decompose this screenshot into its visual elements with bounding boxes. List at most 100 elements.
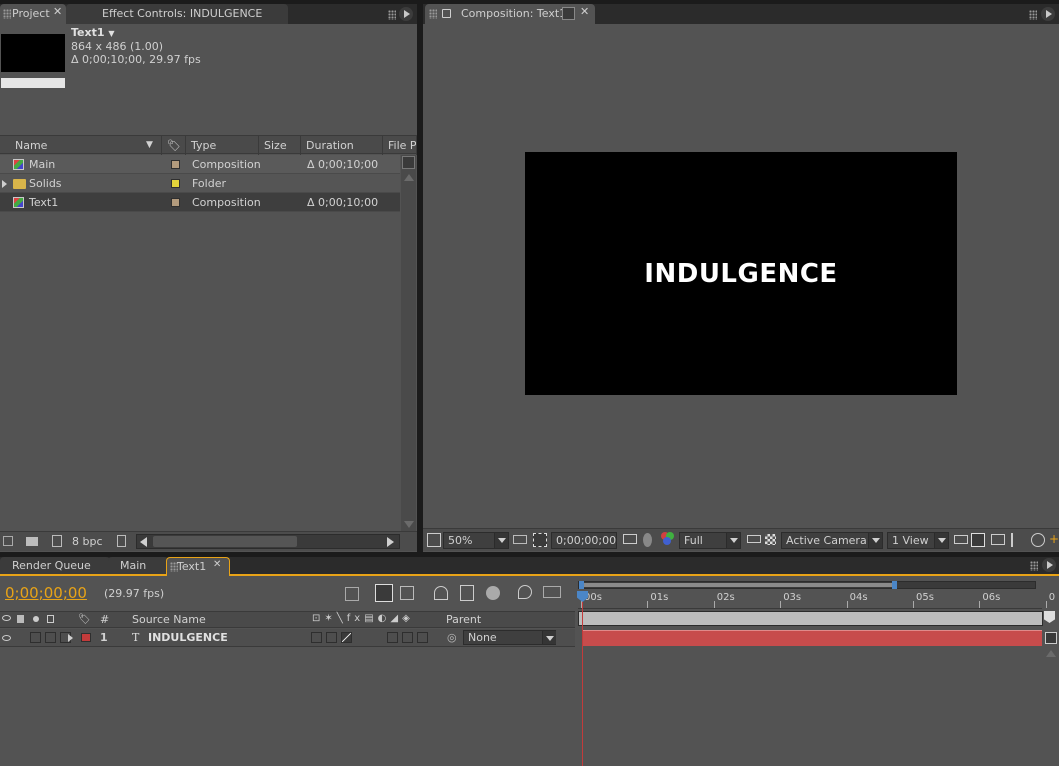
- bpc-label[interactable]: 8 bpc: [72, 535, 103, 548]
- chevron-down-icon[interactable]: ▼: [146, 136, 153, 155]
- composition-frame[interactable]: INDULGENCE: [525, 152, 957, 395]
- toggle-pixel-aspect-icon[interactable]: [954, 535, 968, 544]
- column-duration[interactable]: Duration: [301, 136, 383, 155]
- effect-controls-tab[interactable]: Effect Controls: INDULGENCE: [66, 4, 288, 24]
- navigator-handle-left[interactable]: [579, 581, 584, 589]
- scroll-corner-icon[interactable]: [402, 156, 415, 169]
- label-swatch[interactable]: [171, 198, 180, 207]
- tab-main[interactable]: Main: [112, 556, 146, 576]
- audio-icon[interactable]: [17, 615, 24, 623]
- tab-effect-controls[interactable]: Effect Controls: INDULGENCE: [94, 4, 262, 24]
- graph-editor-icon[interactable]: [543, 586, 561, 598]
- panel-menu-icon[interactable]: [399, 7, 413, 21]
- render-icon[interactable]: [971, 533, 985, 547]
- scroll-left-icon[interactable]: [140, 537, 147, 547]
- column-size[interactable]: Size: [259, 136, 301, 155]
- label-swatch[interactable]: [171, 179, 180, 188]
- comp-button-icon[interactable]: [1045, 632, 1057, 644]
- panel-grip-icon[interactable]: [1029, 10, 1037, 20]
- close-icon[interactable]: ✕: [213, 559, 221, 570]
- camera-select[interactable]: Active Camera: [781, 532, 883, 549]
- tab-text1[interactable]: Text1: [169, 557, 206, 577]
- tab-render-queue[interactable]: Render Queue: [4, 556, 91, 576]
- comp-mini-flowchart-icon[interactable]: [345, 587, 359, 601]
- render-queue-tab[interactable]: Render Queue: [0, 557, 110, 574]
- column-type[interactable]: Type: [186, 136, 259, 155]
- motion-blur-switch[interactable]: [417, 632, 428, 643]
- main-tab[interactable]: Main: [108, 557, 168, 574]
- quality-switch[interactable]: [341, 632, 352, 643]
- eye-icon[interactable]: [2, 635, 11, 641]
- new-folder-icon[interactable]: [26, 537, 38, 546]
- layer-label-swatch[interactable]: [81, 633, 91, 642]
- timeline-track-area[interactable]: [578, 647, 1043, 766]
- zoom-select[interactable]: 50%: [443, 532, 509, 549]
- project-vertical-scrollbar[interactable]: [401, 155, 416, 535]
- work-area-bar[interactable]: [578, 611, 1043, 626]
- text1-tab-active[interactable]: Text1 ✕: [166, 557, 230, 576]
- panel-menu-icon[interactable]: [1042, 558, 1056, 572]
- current-time-indicator[interactable]: [582, 591, 583, 766]
- column-file-path[interactable]: File Pa: [383, 136, 417, 155]
- expand-triangle-icon[interactable]: [68, 634, 73, 642]
- composition-dropdown-icon[interactable]: [562, 7, 575, 20]
- scroll-up-icon[interactable]: [404, 174, 414, 181]
- time-ruler[interactable]: 00s 01s 02s 03s 04s 05s 06s 0: [578, 591, 1055, 609]
- column-number[interactable]: #: [100, 613, 109, 626]
- frame-blending-icon[interactable]: [460, 585, 474, 601]
- zoom-in-icon[interactable]: [1046, 650, 1056, 657]
- exposure-icon[interactable]: [1031, 533, 1045, 547]
- layer-name[interactable]: INDULGENCE: [148, 629, 228, 647]
- panel-grip-icon[interactable]: [1030, 561, 1038, 571]
- project-row[interactable]: Main Composition Δ 0;00;10;00: [0, 155, 400, 174]
- shy-switch[interactable]: [311, 632, 322, 643]
- draft-3d-icon[interactable]: [400, 586, 414, 600]
- layer-row[interactable]: 1 T INDULGENCE ◎ None: [0, 629, 575, 647]
- frame-blend-switch[interactable]: [402, 632, 413, 643]
- view-layout-select[interactable]: 1 View: [887, 532, 949, 549]
- region-of-interest-icon[interactable]: [533, 533, 547, 547]
- label-swatch[interactable]: [171, 160, 180, 169]
- solo-switch[interactable]: [45, 632, 56, 643]
- channel-icon[interactable]: [661, 532, 675, 546]
- chevron-down-icon[interactable]: ▼: [108, 29, 114, 38]
- new-composition-icon[interactable]: [52, 535, 62, 547]
- lock-icon[interactable]: [47, 615, 54, 623]
- project-row[interactable]: Solids Folder: [0, 174, 400, 193]
- safe-margins-icon[interactable]: [513, 535, 527, 544]
- project-row[interactable]: Text1 Composition Δ 0;00;10;00: [0, 193, 400, 212]
- item-name[interactable]: Text1 ▼: [71, 26, 115, 39]
- column-name[interactable]: Name ▼: [10, 136, 162, 155]
- panel-menu-icon[interactable]: [1041, 7, 1055, 21]
- brainstorm-icon[interactable]: [518, 585, 532, 599]
- lock-icon[interactable]: [442, 9, 451, 18]
- current-time-field[interactable]: 0;00;00;00: [551, 532, 617, 549]
- motion-blur-icon[interactable]: [486, 586, 500, 600]
- reset-exposure-icon[interactable]: +: [1049, 532, 1059, 546]
- column-label[interactable]: 🏷: [162, 136, 186, 155]
- snapshot-icon[interactable]: [623, 534, 637, 544]
- transparency-grid-icon[interactable]: [765, 534, 776, 545]
- scroll-right-icon[interactable]: [387, 537, 394, 547]
- composition-text[interactable]: INDULGENCE: [644, 259, 837, 289]
- navigator-handle-right[interactable]: [892, 581, 897, 589]
- horizontal-scrollbar[interactable]: [136, 534, 400, 549]
- scroll-thumb[interactable]: [153, 536, 297, 547]
- composition-viewer[interactable]: INDULGENCE: [423, 24, 1059, 528]
- label-tag-icon[interactable]: 🏷: [78, 614, 91, 625]
- time-navigator[interactable]: [578, 581, 1036, 589]
- effects-switch[interactable]: [387, 632, 398, 643]
- audio-switch[interactable]: [30, 632, 41, 643]
- always-preview-icon[interactable]: [427, 533, 441, 547]
- timeline-link-icon[interactable]: [991, 534, 1005, 545]
- parent-select[interactable]: None: [463, 630, 556, 645]
- project-tab-active[interactable]: Project ✕: [0, 4, 66, 24]
- navigator-range[interactable]: [581, 583, 893, 587]
- column-parent[interactable]: Parent: [446, 613, 481, 626]
- composition-tab-active[interactable]: Composition: Text1 ✕: [425, 4, 595, 24]
- current-time-display[interactable]: 0;00;00;00: [5, 584, 87, 602]
- tab-composition[interactable]: Composition: Text1: [453, 4, 566, 24]
- scroll-down-icon[interactable]: [404, 521, 414, 528]
- disclosure-triangle-icon[interactable]: [2, 180, 7, 188]
- tab-project[interactable]: Project: [4, 4, 50, 24]
